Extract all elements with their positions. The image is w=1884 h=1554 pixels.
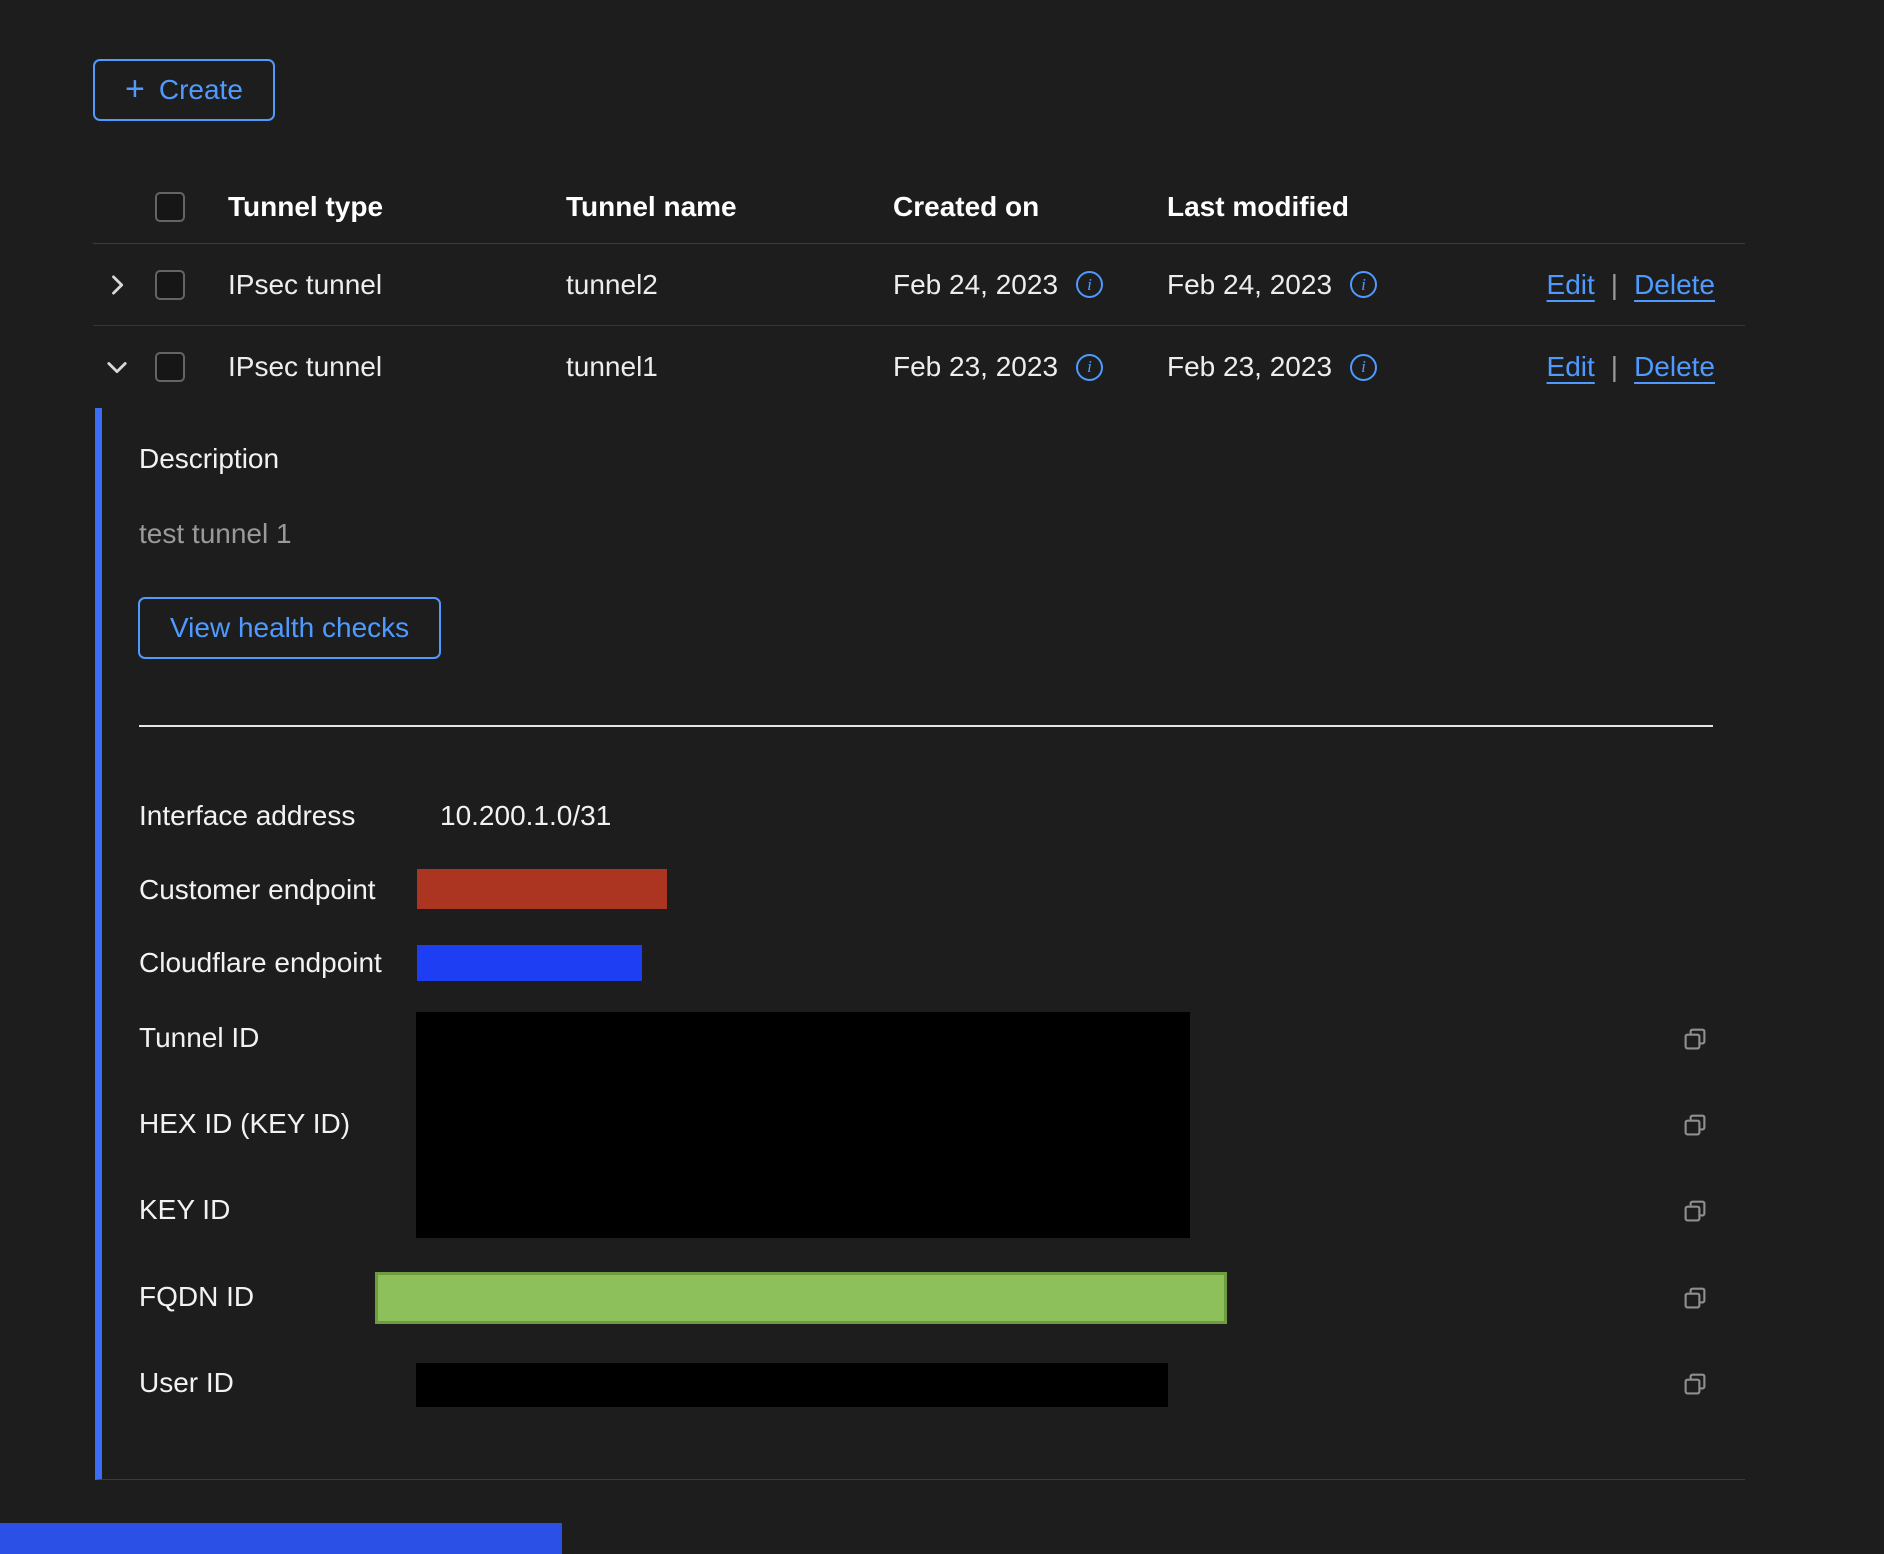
last-modified-cell: Feb 23, 2023 <box>1167 351 1332 383</box>
copy-icon <box>1680 1196 1710 1226</box>
user-id-redacted-value <box>416 1363 1168 1407</box>
create-button-label: Create <box>159 74 243 106</box>
table-row: IPsec tunnel tunnel1 Feb 23, 2023 i Feb … <box>93 326 1745 408</box>
cloudflare-endpoint-label: Cloudflare endpoint <box>139 947 382 979</box>
copy-user-id-button[interactable] <box>1680 1369 1710 1399</box>
edit-link[interactable]: Edit <box>1547 269 1595 301</box>
tunnel-name-cell: tunnel2 <box>558 269 885 301</box>
header-created-on: Created on <box>885 191 1159 223</box>
hex-id-label: HEX ID (KEY ID) <box>139 1108 350 1140</box>
collapse-row-button[interactable] <box>103 353 131 381</box>
description-label: Description <box>139 443 279 475</box>
row-checkbox[interactable] <box>155 270 185 300</box>
bottom-bar <box>0 1523 562 1554</box>
tunnel-type-cell: IPsec tunnel <box>220 269 558 301</box>
row-checkbox[interactable] <box>155 352 185 382</box>
tunnel-type-cell: IPsec tunnel <box>220 351 558 383</box>
description-value: test tunnel 1 <box>139 518 292 550</box>
fqdn-id-label: FQDN ID <box>139 1281 254 1313</box>
copy-icon <box>1680 1110 1710 1140</box>
copy-icon <box>1680 1283 1710 1313</box>
created-on-cell: Feb 23, 2023 <box>893 351 1058 383</box>
interface-address-label: Interface address <box>139 800 355 832</box>
copy-icon <box>1680 1024 1710 1054</box>
section-divider <box>139 725 1713 727</box>
header-tunnel-type: Tunnel type <box>220 191 558 223</box>
customer-endpoint-label: Customer endpoint <box>139 874 376 906</box>
info-icon[interactable]: i <box>1350 271 1377 298</box>
table-row: IPsec tunnel tunnel2 Feb 24, 2023 i Feb … <box>93 244 1745 326</box>
customer-endpoint-redacted-value <box>417 869 667 909</box>
expand-row-button[interactable] <box>103 271 131 299</box>
tunnel-detail-panel: Description test tunnel 1 View health ch… <box>95 408 1745 1480</box>
tunnels-page: + Create Tunnel type Tunnel name Created… <box>0 0 1884 1554</box>
copy-hex-id-button[interactable] <box>1680 1110 1710 1140</box>
user-id-label: User ID <box>139 1367 234 1399</box>
tunnel-ids-redacted-value <box>416 1012 1190 1238</box>
create-button[interactable]: + Create <box>93 59 275 121</box>
select-all-checkbox[interactable] <box>155 192 185 222</box>
delete-link[interactable]: Delete <box>1634 351 1715 383</box>
chevron-right-icon <box>103 271 131 299</box>
delete-link[interactable]: Delete <box>1634 269 1715 301</box>
table-header-row: Tunnel type Tunnel name Created on Last … <box>93 170 1745 244</box>
copy-icon <box>1680 1369 1710 1399</box>
copy-key-id-button[interactable] <box>1680 1196 1710 1226</box>
info-icon[interactable]: i <box>1076 271 1103 298</box>
view-health-checks-button[interactable]: View health checks <box>138 597 441 659</box>
tunnel-name-cell: tunnel1 <box>558 351 885 383</box>
created-on-cell: Feb 24, 2023 <box>893 269 1058 301</box>
key-id-label: KEY ID <box>139 1194 230 1226</box>
info-icon[interactable]: i <box>1076 354 1103 381</box>
interface-address-value: 10.200.1.0/31 <box>440 800 611 832</box>
header-tunnel-name: Tunnel name <box>558 191 885 223</box>
edit-link[interactable]: Edit <box>1547 351 1595 383</box>
cloudflare-endpoint-redacted-value <box>417 945 642 981</box>
chevron-down-icon <box>103 353 131 381</box>
copy-fqdn-id-button[interactable] <box>1680 1283 1710 1313</box>
copy-tunnel-id-button[interactable] <box>1680 1024 1710 1054</box>
tunnel-id-label: Tunnel ID <box>139 1022 259 1054</box>
info-icon[interactable]: i <box>1350 354 1377 381</box>
view-health-checks-label: View health checks <box>170 612 409 644</box>
fqdn-id-redacted-value <box>375 1272 1227 1324</box>
plus-icon: + <box>125 72 145 106</box>
header-last-modified: Last modified <box>1159 191 1520 223</box>
last-modified-cell: Feb 24, 2023 <box>1167 269 1332 301</box>
link-separator: | <box>1611 269 1618 301</box>
link-separator: | <box>1611 351 1618 383</box>
